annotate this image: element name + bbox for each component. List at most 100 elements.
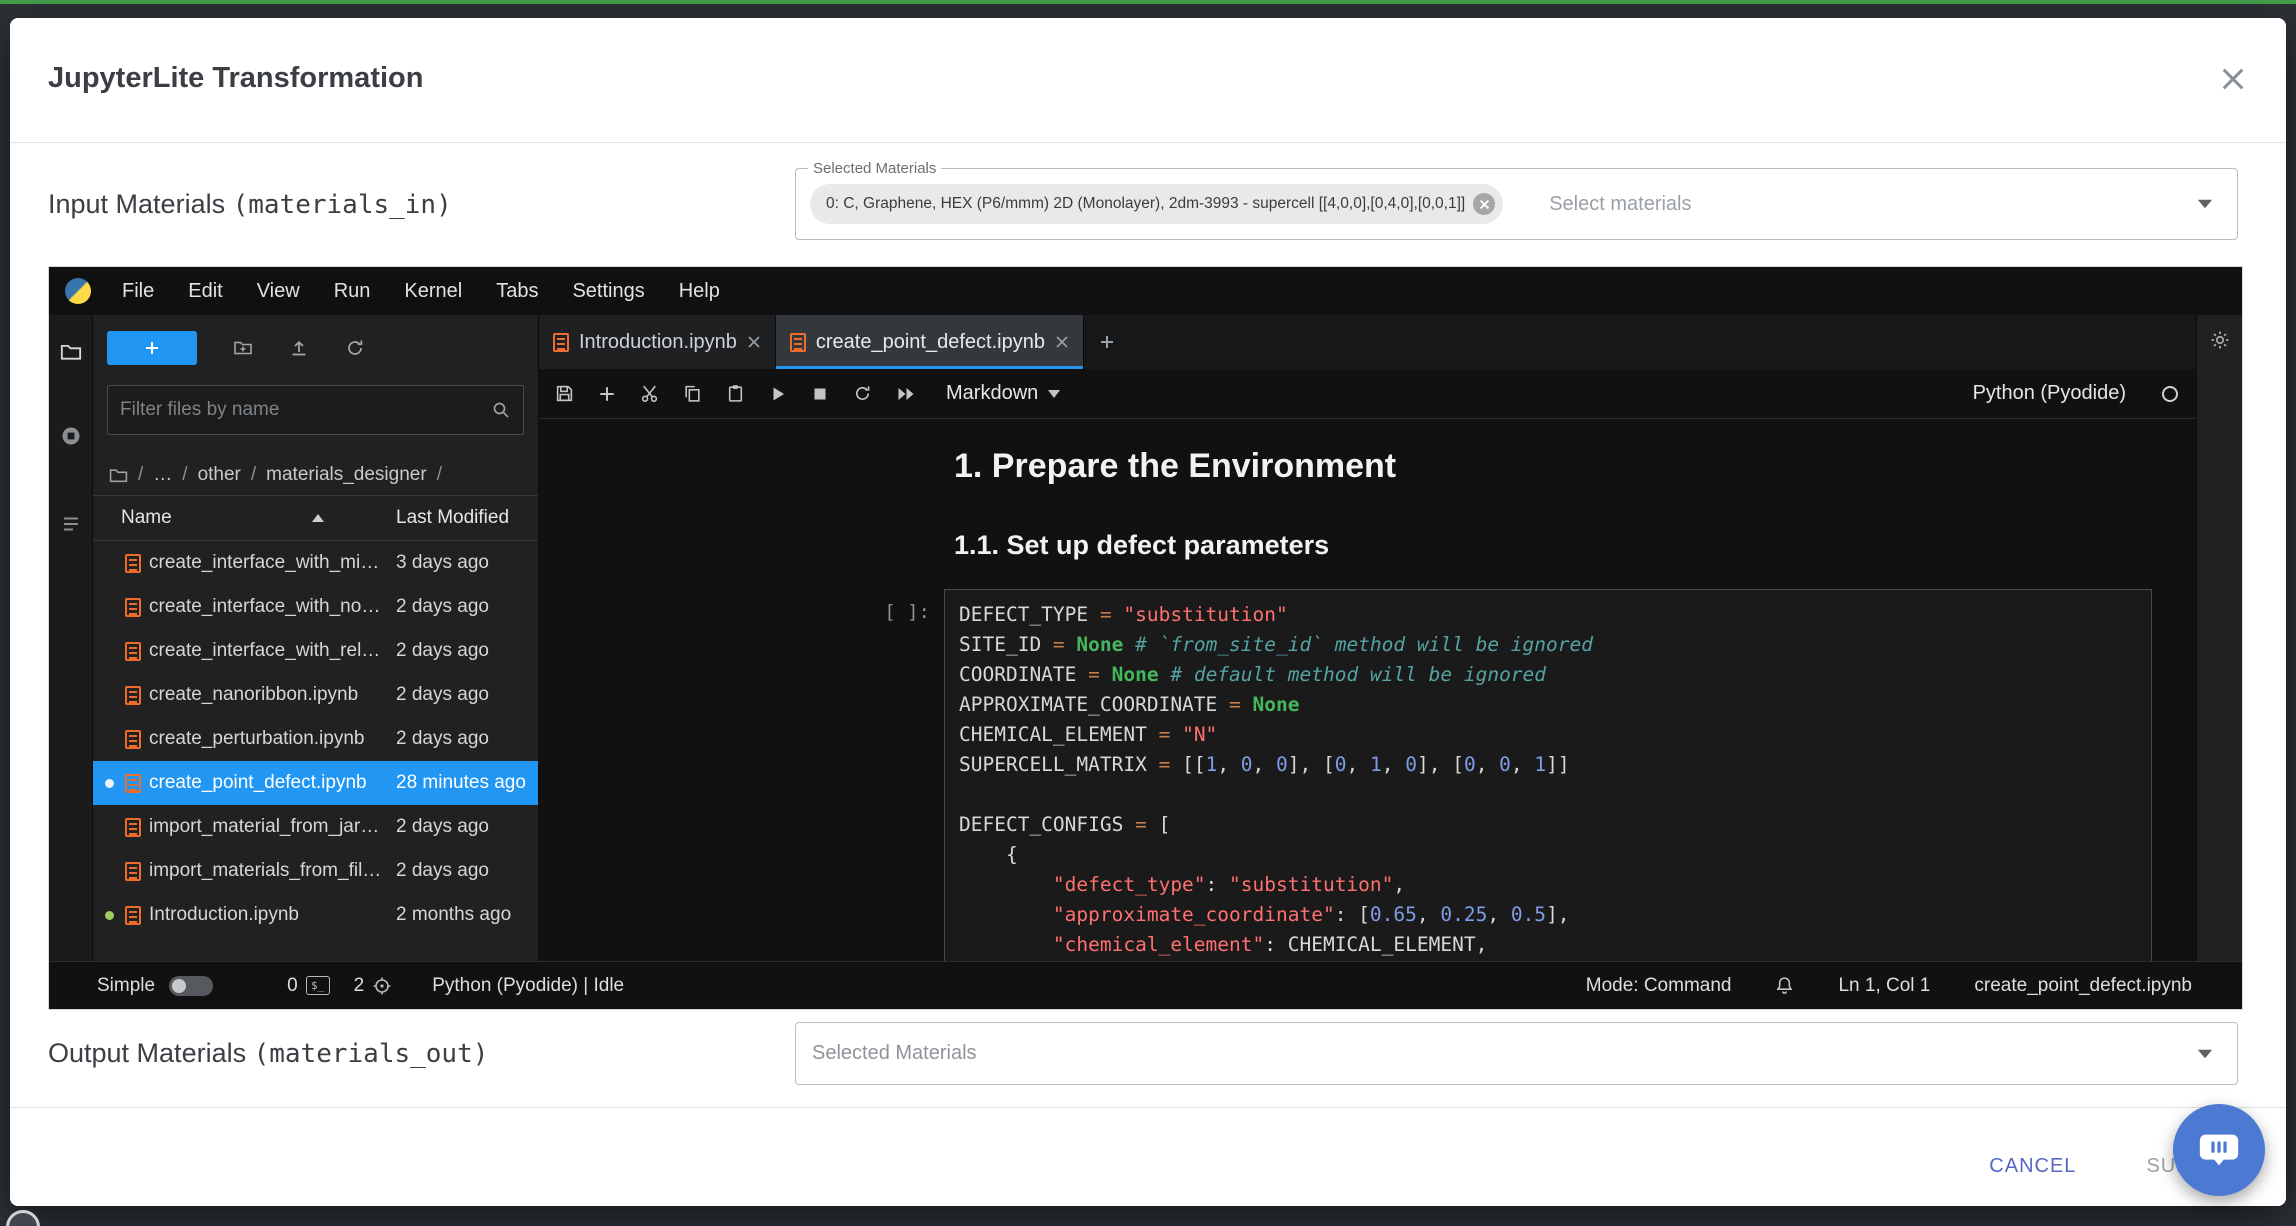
- page-partial-icon: [6, 1210, 40, 1226]
- notebook-file-icon: [125, 906, 141, 925]
- notebook-tab-icon: [553, 333, 569, 352]
- tab-close-icon[interactable]: [1055, 335, 1069, 349]
- file-modified: 2 days ago: [396, 640, 528, 662]
- property-inspector-gear-icon[interactable]: [2209, 329, 2231, 351]
- file-row[interactable]: create_interface_with_min_st... 3 days a…: [93, 541, 538, 585]
- file-modified: 2 days ago: [396, 728, 528, 750]
- tab-create-point-defect[interactable]: create_point_defect.ipynb: [776, 315, 1084, 369]
- cursor-position-label[interactable]: Ln 1, Col 1: [1838, 975, 1930, 997]
- file-modified: 28 minutes ago: [396, 772, 528, 794]
- breadcrumb-separator: /: [138, 464, 143, 486]
- copy-icon: [683, 384, 702, 403]
- kernel-status-icon[interactable]: [2162, 386, 2178, 402]
- fast-forward-icon: [896, 385, 916, 403]
- file-name: Introduction.ipynb: [149, 904, 388, 926]
- chat-launcher-button[interactable]: [2173, 1104, 2265, 1196]
- file-row[interactable]: create_interface_with_no_str... 2 days a…: [93, 585, 538, 629]
- breadcrumb-item[interactable]: …: [153, 464, 172, 486]
- notebook-file-icon: [125, 774, 141, 793]
- close-button[interactable]: [2210, 56, 2256, 102]
- file-modified: 2 days ago: [396, 860, 528, 882]
- file-row[interactable]: import_materials_from_files.i... 2 days …: [93, 849, 538, 893]
- refresh-button[interactable]: [345, 338, 365, 358]
- run-all-button[interactable]: [896, 385, 916, 403]
- file-row[interactable]: Introduction.ipynb 2 months ago: [93, 893, 538, 937]
- new-tab-button[interactable]: [1084, 315, 1130, 369]
- python-logo-icon: [65, 278, 91, 304]
- footer-divider: [10, 1107, 2286, 1108]
- menu-edit[interactable]: Edit: [171, 267, 239, 315]
- cell-type-select[interactable]: Markdown: [946, 382, 1060, 405]
- run-icon: [769, 385, 787, 403]
- statusbar-filename: create_point_defect.ipynb: [1974, 975, 2192, 997]
- output-materials-select[interactable]: Selected Materials: [795, 1022, 2238, 1085]
- running-indicator: [101, 779, 117, 788]
- file-browser-tab-icon[interactable]: [60, 341, 82, 363]
- chevron-down-icon[interactable]: [2195, 198, 2215, 210]
- cut-cell-button[interactable]: [640, 384, 659, 403]
- terminal-count[interactable]: 0: [287, 975, 298, 997]
- material-chip[interactable]: 0: C, Graphene, HEX (P6/mmm) 2D (Monolay…: [810, 184, 1503, 224]
- simple-mode-toggle[interactable]: [169, 976, 213, 996]
- file-row[interactable]: create_nanoribbon.ipynb 2 days ago: [93, 673, 538, 717]
- kernel-name[interactable]: Python (Pyodide): [1973, 382, 2126, 405]
- file-row[interactable]: create_point_defect.ipynb 28 minutes ago: [93, 761, 538, 805]
- save-button[interactable]: [555, 384, 574, 403]
- tab-introduction[interactable]: Introduction.ipynb: [539, 315, 776, 369]
- notebook-file-icon: [125, 642, 141, 661]
- menu-tabs[interactable]: Tabs: [479, 267, 555, 315]
- tab-close-icon[interactable]: [747, 335, 761, 349]
- cancel-button[interactable]: CANCEL: [1989, 1155, 2076, 1178]
- file-row[interactable]: create_interface_with_relaxati... 2 days…: [93, 629, 538, 673]
- new-launcher-button[interactable]: [107, 331, 197, 365]
- materials-placeholder: Select materials: [1549, 193, 1691, 216]
- file-modified: 3 days ago: [396, 552, 528, 574]
- input-materials-label-code: (materials_in): [233, 190, 452, 220]
- new-folder-button[interactable]: [233, 338, 253, 358]
- file-row[interactable]: create_perturbation.ipynb 2 days ago: [93, 717, 538, 761]
- column-header-modified[interactable]: Last Modified: [396, 507, 528, 529]
- menu-help[interactable]: Help: [662, 267, 737, 315]
- breadcrumb-separator: /: [437, 464, 442, 486]
- upload-button[interactable]: [289, 338, 309, 358]
- notebook-heading-2: 1.1. Set up defect parameters: [954, 530, 2196, 561]
- running-kernels-tab-icon[interactable]: [60, 425, 82, 447]
- home-folder-icon[interactable]: [109, 466, 128, 485]
- menu-run[interactable]: Run: [317, 267, 388, 315]
- table-of-contents-tab-icon[interactable]: [60, 513, 82, 535]
- plus-icon: [144, 340, 160, 356]
- code-cell-editor[interactable]: DEFECT_TYPE = "substitution"SITE_ID = No…: [944, 589, 2152, 961]
- run-cell-button[interactable]: [769, 385, 787, 403]
- file-name: create_nanoribbon.ipynb: [149, 684, 388, 706]
- file-row[interactable]: import_material_from_jarvis_... 2 days a…: [93, 805, 538, 849]
- new-folder-icon: [233, 338, 253, 358]
- column-header-name[interactable]: Name: [121, 507, 396, 529]
- restart-kernel-button[interactable]: [853, 384, 872, 403]
- kernel-status-label[interactable]: Python (Pyodide) | Idle: [432, 975, 624, 997]
- notebook-content[interactable]: 1. Prepare the Environment 1.1. Set up d…: [539, 419, 2196, 961]
- search-icon: [491, 400, 511, 420]
- kernel-count[interactable]: 2: [354, 975, 365, 997]
- chip-remove-button[interactable]: [1473, 193, 1495, 215]
- bell-icon[interactable]: [1775, 976, 1794, 995]
- menu-view[interactable]: View: [240, 267, 317, 315]
- breadcrumb-separator: /: [182, 464, 187, 486]
- close-icon: [2220, 66, 2246, 92]
- insert-cell-button[interactable]: [598, 385, 616, 403]
- menu-settings[interactable]: Settings: [555, 267, 661, 315]
- activity-bar: [49, 315, 93, 961]
- plus-icon: [598, 385, 616, 403]
- input-materials-field[interactable]: Selected Materials 0: C, Graphene, HEX (…: [795, 168, 2238, 240]
- paste-cell-button[interactable]: [726, 384, 745, 403]
- breadcrumb-item[interactable]: materials_designer: [266, 464, 427, 486]
- interrupt-kernel-button[interactable]: [811, 385, 829, 403]
- simple-mode-label: Simple: [97, 975, 155, 997]
- tab-bar: Introduction.ipynb create_point_defect.i…: [539, 315, 2196, 369]
- notebook-tab-icon: [790, 333, 806, 352]
- menu-file[interactable]: File: [105, 267, 171, 315]
- running-indicator: [101, 911, 117, 920]
- copy-cell-button[interactable]: [683, 384, 702, 403]
- menu-kernel[interactable]: Kernel: [387, 267, 479, 315]
- filter-files-input[interactable]: [120, 399, 491, 421]
- breadcrumb-item[interactable]: other: [198, 464, 241, 486]
